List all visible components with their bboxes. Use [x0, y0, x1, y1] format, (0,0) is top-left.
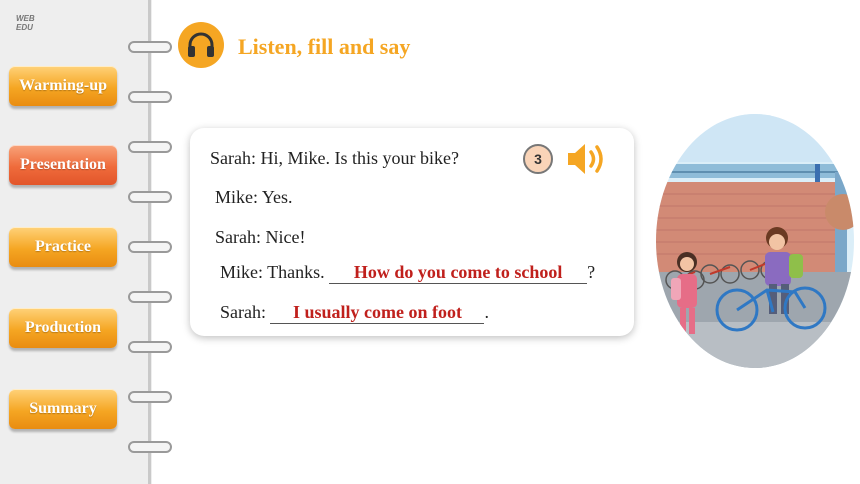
binder-ring	[128, 191, 172, 203]
binder-ring	[128, 41, 172, 53]
track-number-badge: 3	[523, 144, 553, 174]
dialog-line-5: Sarah: I usually come on foot.	[220, 302, 489, 324]
slide: WEB EDU Warming-up Presentation Practice…	[0, 0, 860, 484]
dialog-line-2: Mike: Yes.	[215, 187, 293, 207]
binder-ring	[128, 141, 172, 153]
headphones-icon	[178, 22, 224, 68]
speaker-icon[interactable]	[565, 140, 611, 178]
logo-line-1: WEB	[16, 14, 35, 23]
nav-production-button[interactable]: Production	[9, 308, 117, 348]
punctuation: .	[484, 302, 489, 322]
answer-text: I usually come on foot	[292, 302, 462, 322]
binder-ring	[128, 441, 172, 453]
nav-label: Practice	[35, 238, 91, 255]
nav-practice-button[interactable]: Practice	[9, 227, 117, 267]
fill-blank-1[interactable]: How do you come to school	[329, 262, 588, 284]
dialog-line-1: Sarah: Hi, Mike. Is this your bike?	[210, 148, 459, 168]
dialog-line-4: Mike: Thanks. How do you come to school?	[220, 262, 595, 284]
binder-ring	[128, 241, 172, 253]
nav-label: Production	[24, 319, 102, 336]
answer-text: How do you come to school	[353, 262, 563, 282]
nav-label: Summary	[29, 400, 97, 417]
speaker-label: Sarah:	[220, 302, 266, 322]
binder-ring	[128, 391, 172, 403]
illustration-kids-bike	[656, 114, 854, 368]
binder-ring	[128, 341, 172, 353]
nav-label: Presentation	[20, 156, 106, 173]
speaker-label: Mike: Thanks.	[220, 262, 325, 282]
punctuation: ?	[587, 262, 596, 282]
binder-ring	[128, 291, 172, 303]
fill-blank-2[interactable]: I usually come on foot	[270, 302, 485, 324]
nav-summary-button[interactable]: Summary	[9, 389, 117, 429]
nav-warming-up-button[interactable]: Warming-up	[9, 66, 117, 106]
logo-line-2: EDU	[16, 23, 33, 32]
dialog-line-3: Sarah: Nice!	[215, 227, 306, 247]
nav-presentation-button[interactable]: Presentation	[9, 145, 117, 185]
page-title: Listen, fill and say	[238, 34, 411, 59]
logo: WEB EDU	[16, 14, 82, 36]
nav-label: Warming-up	[18, 77, 107, 94]
binder-ring	[128, 91, 172, 103]
